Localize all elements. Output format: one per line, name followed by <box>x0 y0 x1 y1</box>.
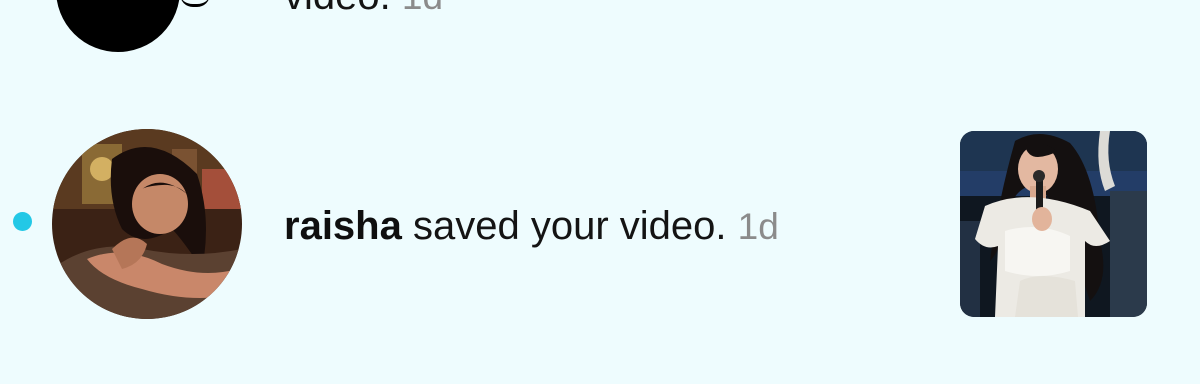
user-avatar[interactable] <box>52 0 184 56</box>
notification-time: 1d <box>737 206 779 247</box>
unread-indicator <box>13 212 32 231</box>
notification-action: saved your video. <box>412 204 727 248</box>
notification-time: 1d <box>402 0 443 17</box>
notification-row[interactable]: video. 1d <box>0 0 1200 62</box>
notification-message: raisha saved your video. 1d <box>284 202 779 251</box>
notification-action: video. <box>284 0 391 18</box>
notification-username[interactable]: raisha <box>284 204 402 248</box>
user-avatar-image <box>52 129 242 319</box>
video-thumbnail-image <box>960 131 1147 317</box>
user-avatar[interactable] <box>52 129 242 319</box>
video-thumbnail[interactable] <box>960 131 1147 317</box>
notification-message: video. 1d <box>284 0 443 21</box>
avatar-badge-icon <box>180 0 210 7</box>
notification-row[interactable]: raisha saved your video. 1d <box>0 129 1200 319</box>
